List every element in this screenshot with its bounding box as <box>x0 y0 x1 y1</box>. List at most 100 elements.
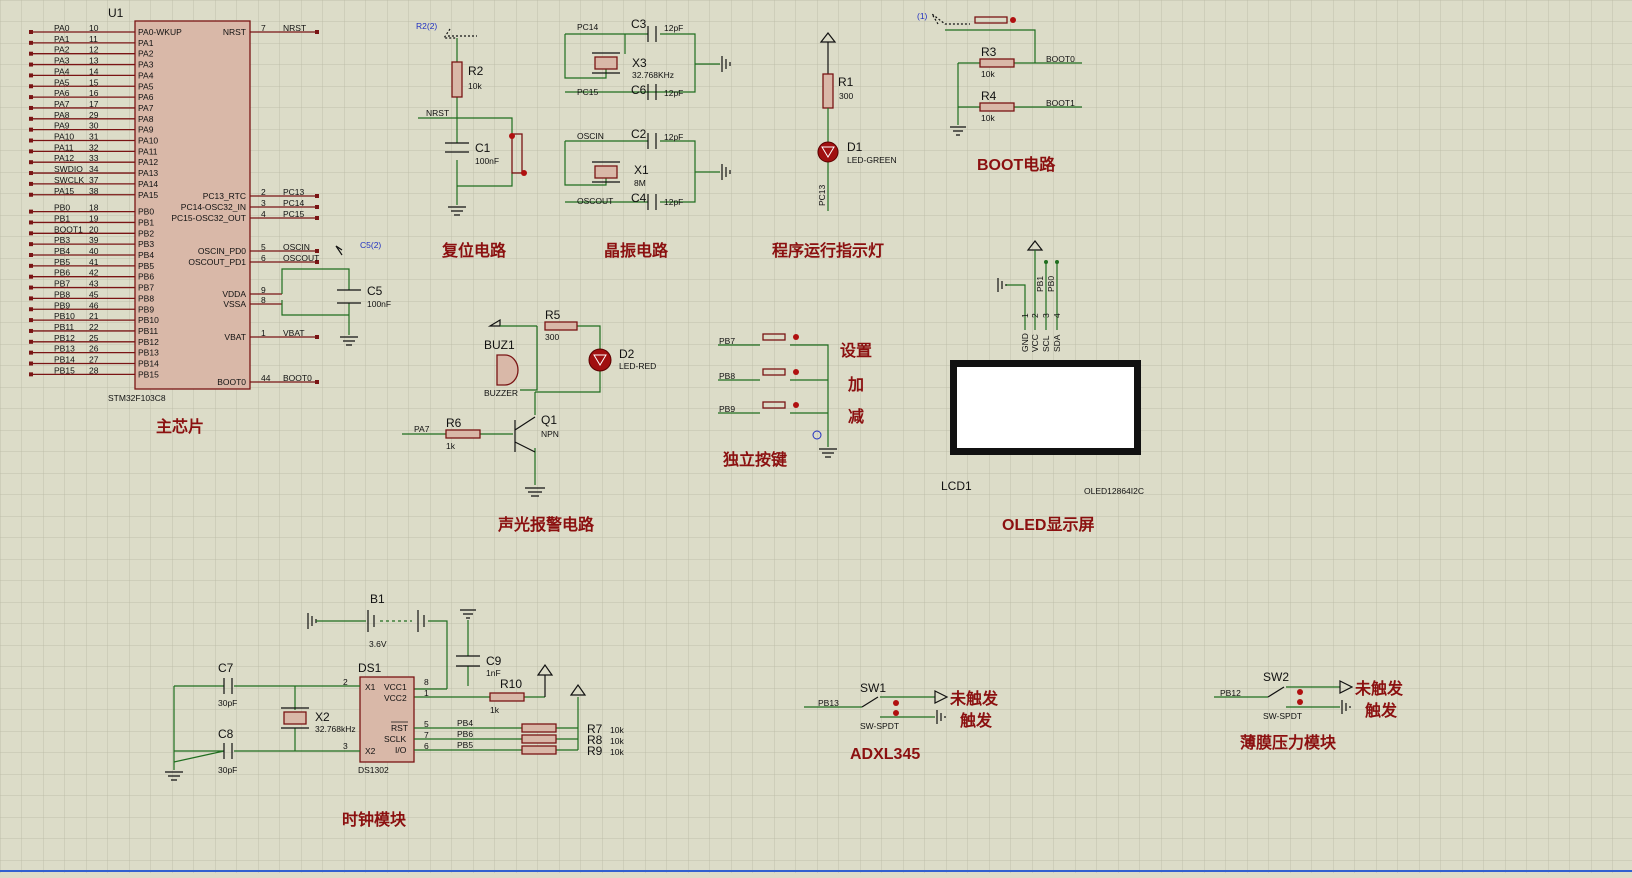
buzzer-icon[interactable] <box>496 354 519 386</box>
c8-value: 30pF <box>218 765 237 775</box>
mcu-left-pin-net: PA1 <box>54 34 70 44</box>
mcu-left-pin-net: SWDIO <box>54 164 83 174</box>
r5-resistor[interactable] <box>544 321 578 331</box>
mcu-right-pin-end <box>315 205 319 209</box>
r6-resistor[interactable] <box>445 429 481 439</box>
r2-resistor[interactable] <box>451 61 463 98</box>
mcu-left-pin-name: PB4 <box>138 250 154 260</box>
c4-value: 12pF <box>664 197 683 207</box>
mcu-left-pin-end <box>29 307 33 312</box>
mcu-left-pin-net: PA2 <box>54 45 70 55</box>
ds1302-pin-vcc2: VCC2 <box>384 693 407 703</box>
mcu-right-pin-num: 44 <box>261 373 271 383</box>
mcu-left-pin-name: PB2 <box>138 228 154 238</box>
mcu-right-pin-end <box>315 335 319 339</box>
mcu-left-pin-name: PA7 <box>138 103 154 113</box>
r1-resistor[interactable] <box>822 73 834 109</box>
mcu-left-pin-end <box>29 116 33 121</box>
mcu-left-pin-name: PA11 <box>138 146 158 156</box>
d2-value: LED-RED <box>619 361 656 371</box>
ds1302-ref: DS1 <box>358 661 382 675</box>
oled-pin-num: 2 <box>1030 313 1040 318</box>
r3-resistor[interactable] <box>979 58 1015 68</box>
mcu-left-pin-end <box>29 339 33 344</box>
oled-pb1-dot <box>1044 260 1048 264</box>
mcu-left-pin-end <box>29 73 33 78</box>
alarm-net: PA7 <box>414 424 430 434</box>
r2-probe: R2(2) <box>416 21 437 31</box>
mcu-left-pin-net: PB14 <box>54 355 75 365</box>
q1-ref: Q1 <box>541 413 557 427</box>
mcu-left-pin-end <box>29 328 33 333</box>
mcu-left-pin-num: 31 <box>89 132 99 142</box>
mcu-left-pin-name: PB13 <box>138 348 159 358</box>
oled-net-pb1: PB1 <box>1035 276 1045 292</box>
oled-pin-name: GND <box>1020 333 1030 352</box>
mcu-left-pin-end <box>29 84 33 89</box>
ds1302-pin-vcc1: VCC1 <box>384 682 407 692</box>
mcu-left-pin-name: PA3 <box>138 60 154 70</box>
r2-ref: R2 <box>468 64 484 78</box>
mcu-left-pin-net: PA9 <box>54 121 70 131</box>
sw2-ref: SW2 <box>1263 670 1289 684</box>
mcu-right-pin-net: PC15 <box>283 209 305 219</box>
sw2-dot-b <box>1297 699 1303 705</box>
r4-resistor[interactable] <box>979 102 1015 112</box>
r9-ref: R9 <box>587 744 603 758</box>
mcu-right-pin-name: PC14-OSC32_IN <box>181 202 246 212</box>
x2-crystal[interactable] <box>283 711 307 725</box>
d1-led-icon[interactable] <box>817 141 839 163</box>
oled-screen[interactable] <box>957 367 1134 448</box>
x3-crystal[interactable] <box>594 56 618 70</box>
reset-net: NRST <box>426 108 449 118</box>
c2-ref: C2 <box>631 127 647 141</box>
mcu-right-pin-num: 8 <box>261 295 266 305</box>
key-label-set: 设置 <box>840 342 872 360</box>
mcu-left-pin-net: PB1 <box>54 213 70 223</box>
reset-title: 复位电路 <box>441 241 507 260</box>
mcu-left-pin-net: SWCLK <box>54 175 85 185</box>
d2-led-icon[interactable] <box>588 348 612 372</box>
r1-value: 300 <box>839 91 853 101</box>
ds1302-pin-rst: RST <box>391 723 408 733</box>
mcu-left-pin-net: PA5 <box>54 77 70 87</box>
key-net-pb7: PB7 <box>719 336 735 346</box>
x1-crystal[interactable] <box>594 165 618 179</box>
ds1302-pin-x2: X2 <box>365 746 376 756</box>
sw1-net: PB13 <box>818 698 839 708</box>
c7-ref: C7 <box>218 661 234 675</box>
c3-value: 12pF <box>664 23 683 33</box>
oled-title: OLED显示屏 <box>1002 516 1094 534</box>
mcu-right-pin-name: OSCIN_PD0 <box>198 246 246 256</box>
c9-ref: C9 <box>486 654 502 668</box>
boot1-net: BOOT1 <box>1046 98 1075 108</box>
mcu-left-pin-name: PB15 <box>138 369 159 379</box>
mcu-left-pin-end <box>29 149 33 154</box>
mcu-left-pin-num: 29 <box>89 110 99 120</box>
mcu-left-pin-net: PA12 <box>54 153 74 163</box>
mcu-left-pin-num: 17 <box>89 99 99 109</box>
mcu-left-pin-name: PB12 <box>138 337 159 347</box>
r8-resistor[interactable] <box>521 734 557 744</box>
net-pc15: PC15 <box>577 87 599 97</box>
r9-resistor[interactable] <box>521 745 557 755</box>
mcu-left-pin-net: PA15 <box>54 186 74 196</box>
x2-value: 32.768kHz <box>315 724 356 734</box>
mcu-right-pin-end <box>315 30 319 34</box>
mcu-left-pin-end <box>29 62 33 67</box>
mcu-left-pin-net: BOOT1 <box>54 224 83 234</box>
mcu-left-pin-name: PB11 <box>138 326 158 336</box>
mcu-left-pin-end <box>29 138 33 143</box>
mcu-left-pin-net: PA8 <box>54 110 70 120</box>
key-label-minus: 减 <box>848 407 864 426</box>
r2-value: 10k <box>468 81 482 91</box>
mcu-left-pin-net: PA0 <box>54 23 70 33</box>
x2-ref: X2 <box>315 710 330 724</box>
r7-resistor[interactable] <box>521 723 557 733</box>
mcu-part: STM32F103C8 <box>108 393 166 403</box>
r10-resistor[interactable] <box>489 692 525 702</box>
mcu-left-pin-end <box>29 192 33 197</box>
mcu-left-pin-end <box>29 318 33 323</box>
c6-ref: C6 <box>631 83 647 97</box>
alarm-title: 声光报警电路 <box>497 515 595 534</box>
